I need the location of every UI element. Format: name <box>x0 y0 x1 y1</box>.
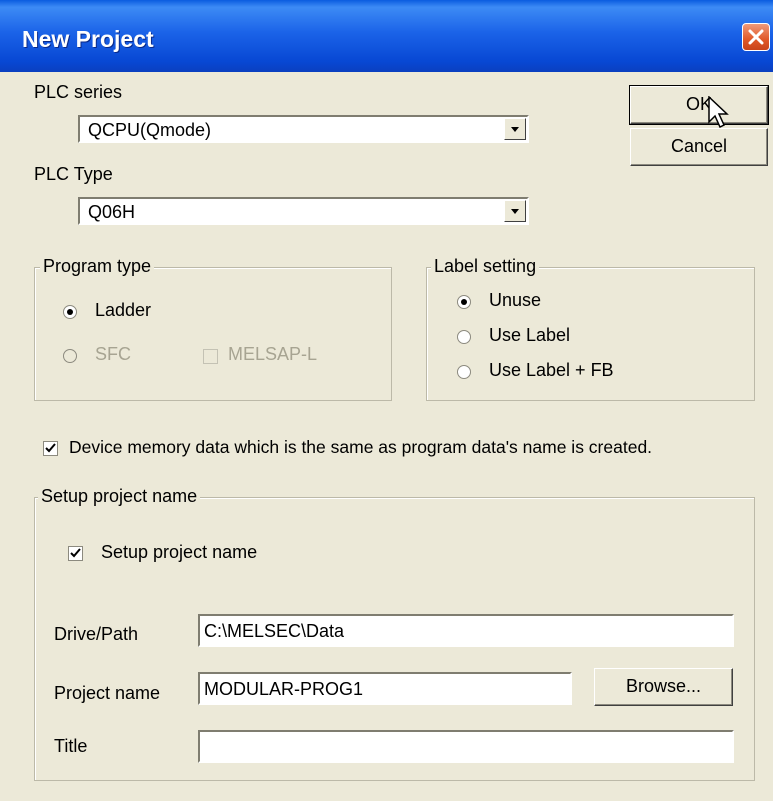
chevron-down-icon[interactable] <box>504 200 526 222</box>
plc-series-select[interactable]: QCPU(Qmode) <box>78 115 529 143</box>
setup-project-legend: Setup project name <box>38 486 201 507</box>
sfc-label: SFC <box>95 344 131 364</box>
mouse-pointer-icon <box>708 95 730 135</box>
device-memory-label: Device memory data which is the same as … <box>69 437 653 457</box>
new-project-dialog: New Project PLC series QCPU(Qmode) PLC T… <box>0 0 773 801</box>
cancel-button-label: Cancel <box>670 136 728 156</box>
program-type-legend: Program type <box>40 256 155 277</box>
ladder-label: Ladder <box>95 300 152 320</box>
browse-button[interactable]: Browse... <box>594 668 733 706</box>
plc-type-label: PLC Type <box>34 164 113 184</box>
drive-path-value: C:\MELSEC\Data <box>204 621 345 641</box>
melsap-checkbox[interactable] <box>203 349 218 364</box>
chevron-down-icon[interactable] <box>504 118 526 140</box>
close-button[interactable] <box>742 23 770 51</box>
drive-path-label: Drive/Path <box>54 624 139 644</box>
checkmark-icon <box>70 548 81 558</box>
title-bar: New Project <box>0 0 773 72</box>
sfc-radio[interactable] <box>63 349 77 363</box>
label-setting-legend: Label setting <box>431 256 540 277</box>
ladder-radio[interactable] <box>63 305 77 319</box>
ok-button[interactable]: OK <box>629 85 769 125</box>
unuse-radio[interactable] <box>457 295 471 309</box>
title-label: Title <box>54 736 88 756</box>
plc-series-label: PLC series <box>34 82 123 102</box>
title-input[interactable] <box>198 730 734 763</box>
setup-project-checkbox-label: Setup project name <box>101 542 258 562</box>
plc-series-value: QCPU(Qmode) <box>88 120 212 140</box>
project-name-label: Project name <box>54 683 161 703</box>
use-label-radio[interactable] <box>457 330 471 344</box>
project-name-value: MODULAR-PROG1 <box>204 679 364 699</box>
use-label-fb-label: Use Label + FB <box>489 360 614 380</box>
unuse-label: Unuse <box>489 290 542 310</box>
device-memory-checkbox[interactable] <box>43 441 58 456</box>
project-name-input[interactable]: MODULAR-PROG1 <box>198 672 572 705</box>
melsap-label: MELSAP-L <box>228 344 318 364</box>
use-label-label: Use Label <box>489 325 571 345</box>
program-type-group <box>34 267 392 401</box>
use-label-fb-radio[interactable] <box>457 365 471 379</box>
window-title: New Project <box>22 26 154 52</box>
plc-type-select[interactable]: Q06H <box>78 197 529 225</box>
cancel-button[interactable]: Cancel <box>630 128 768 166</box>
setup-project-checkbox[interactable] <box>68 546 83 561</box>
checkmark-icon <box>45 443 56 453</box>
browse-button-label: Browse... <box>625 676 702 696</box>
drive-path-input[interactable]: C:\MELSEC\Data <box>198 614 734 647</box>
plc-type-value: Q06H <box>88 202 136 222</box>
